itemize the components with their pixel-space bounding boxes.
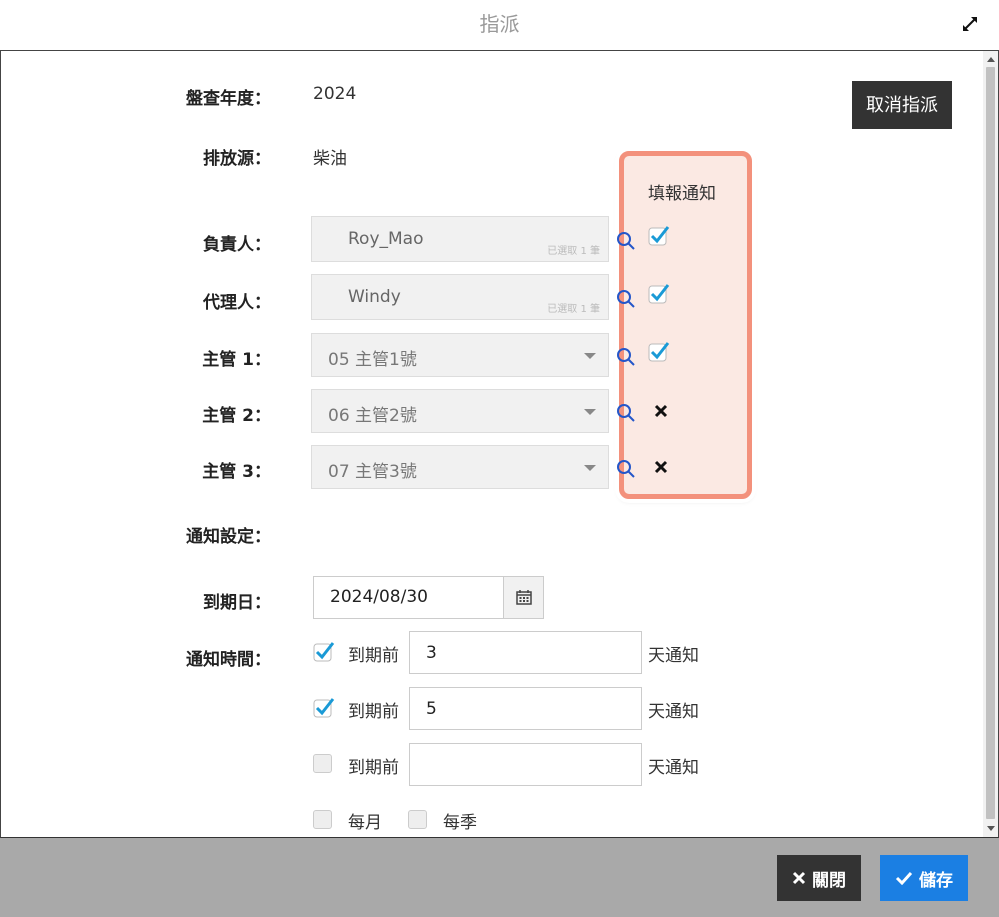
monthly-checkbox[interactable] [313,810,332,829]
close-button[interactable]: 關閉 [777,855,861,901]
save-button[interactable]: 儲存 [880,855,968,901]
manager1-notify-check-icon[interactable] [648,341,670,363]
reminder1-days-value: 3 [426,643,437,663]
agent-value: Windy [348,287,401,307]
manager1-label-num: 1 [242,350,254,370]
manager1-value: 05 主管1號 [328,350,417,370]
monthly-label: 每月 [348,813,382,833]
owner-search-icon[interactable] [615,230,637,252]
agent-field[interactable]: Windy 已選取 1 筆 [311,274,609,320]
manager2-label-colon: ： [254,406,271,426]
agent-search-icon[interactable] [615,288,637,310]
reminder1-days-input[interactable]: 3 [409,631,642,674]
scroll-thumb[interactable] [986,67,995,819]
calendar-button[interactable] [503,577,543,618]
owner-notify-check-icon[interactable] [648,225,670,247]
year-value: 2024 [313,84,357,104]
reminder1-prefix: 到期前 [348,646,399,666]
vertical-scrollbar[interactable] [983,51,998,837]
source-label: 排放源： [203,149,271,169]
check-icon [895,871,913,885]
owner-selected-hint: 已選取 1 筆 [547,246,600,257]
save-button-label: 儲存 [919,870,953,890]
manager1-search-icon[interactable] [615,346,637,368]
year-label: 盤查年度： [186,89,271,109]
scroll-up-icon[interactable] [987,57,995,62]
calendar-icon [516,590,532,605]
cancel-assign-button[interactable]: 取消指派 [852,81,952,129]
chevron-down-icon [584,353,596,359]
manager3-label-num: 3 [242,462,254,482]
quarterly-label: 每季 [443,813,477,833]
dialog-footer: 關閉 儲存 [0,838,999,917]
owner-value: Roy_Mao [348,229,424,249]
close-icon [792,871,806,885]
manager1-label-text: 主管 [202,350,237,370]
close-button-label: 關閉 [812,870,846,890]
manager3-select[interactable]: 07 主管3號 [311,445,609,489]
manager2-label: 主管 2： [131,401,271,426]
manager2-value: 06 主管2號 [328,406,417,426]
agent-label: 代理人： [203,293,271,313]
due-date-label: 到期日： [203,593,271,613]
scroll-down-icon[interactable] [987,826,995,831]
manager3-label: 主管 3： [131,457,271,482]
notify-column-header: 填報通知 [648,184,716,204]
manager3-label-colon: ： [254,462,271,482]
owner-label: 負責人： [203,235,271,255]
chevron-down-icon [584,465,596,471]
reminder2-days-value: 5 [426,699,437,719]
chevron-down-icon [584,409,596,415]
manager3-search-icon[interactable] [615,458,637,480]
manager1-select[interactable]: 05 主管1號 [311,333,609,377]
owner-field[interactable]: Roy_Mao 已選取 1 筆 [311,216,609,262]
manager3-notify-x-icon[interactable] [654,460,668,474]
expand-icon[interactable] [961,15,979,33]
reminder1-suffix: 天通知 [648,646,699,666]
agent-selected-hint: 已選取 1 筆 [547,304,600,315]
manager1-label-colon: ： [254,350,271,370]
manager2-label-num: 2 [242,406,254,426]
reminder3-days-input[interactable] [409,743,642,786]
manager1-label: 主管 1： [131,345,271,370]
manager3-label-text: 主管 [202,462,237,482]
dialog-body: 盤查年度： 2024 取消指派 排放源： 柴油 填報通知 負責人： Roy_Ma… [0,50,999,838]
manager2-label-text: 主管 [202,406,237,426]
notify-settings-label: 通知設定： [186,527,271,547]
reminder3-suffix: 天通知 [648,758,699,778]
dialog-title: 指派 [479,12,520,36]
reminder3-prefix: 到期前 [348,758,399,778]
reminder2-days-input[interactable]: 5 [409,687,642,730]
reminder1-checkbox[interactable] [313,641,335,663]
dialog-header: 指派 [0,0,999,50]
manager2-search-icon[interactable] [615,402,637,424]
reminder2-prefix: 到期前 [348,702,399,722]
due-date-value: 2024/08/30 [330,587,428,607]
agent-notify-check-icon[interactable] [648,283,670,305]
reminder2-checkbox[interactable] [313,697,335,719]
manager2-notify-x-icon[interactable] [654,404,668,418]
manager3-value: 07 主管3號 [328,462,417,482]
source-value: 柴油 [313,149,347,169]
quarterly-checkbox[interactable] [408,810,427,829]
notify-time-label: 通知時間： [186,650,271,670]
due-date-input[interactable]: 2024/08/30 [313,576,544,619]
manager2-select[interactable]: 06 主管2號 [311,389,609,433]
reminder2-suffix: 天通知 [648,702,699,722]
reminder3-checkbox[interactable] [313,754,332,773]
